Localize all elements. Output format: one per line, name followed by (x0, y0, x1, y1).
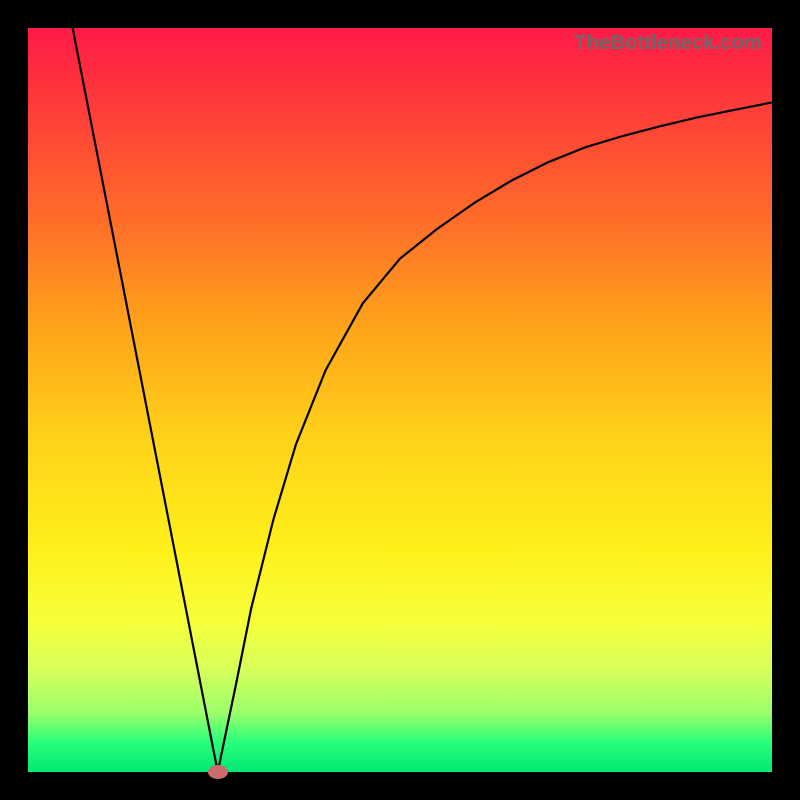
plot-svg (28, 28, 772, 772)
min-marker (208, 765, 228, 779)
curve-path (73, 28, 772, 772)
plot-area: TheBottleneck.com (28, 28, 772, 772)
chart-frame: TheBottleneck.com (0, 0, 800, 800)
